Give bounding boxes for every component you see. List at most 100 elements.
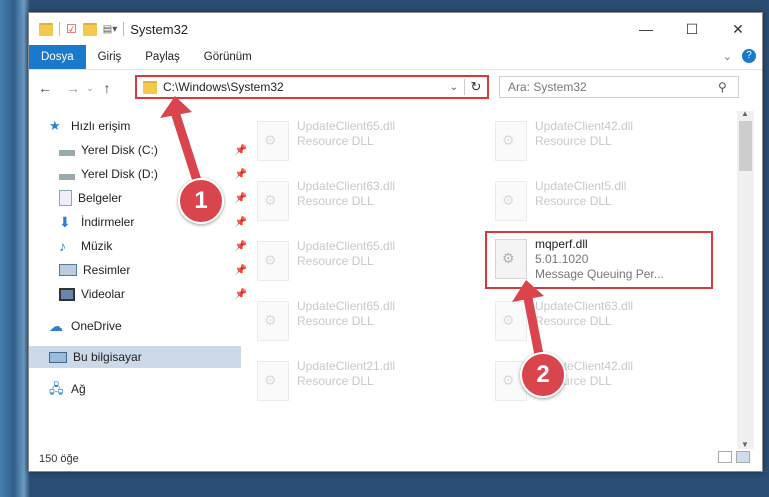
star-icon: ★ (49, 118, 61, 133)
back-icon[interactable]: ← (35, 80, 55, 96)
folder-icon (143, 80, 157, 94)
file-description: Resource DLL (297, 374, 374, 388)
drive-icon (59, 174, 75, 180)
up-icon[interactable]: ↑ (97, 80, 117, 96)
music-icon: ♪ (59, 238, 66, 254)
dll-file-icon (257, 361, 289, 401)
navigation-pane: ★ Hızlı erişim Yerel Disk (C:) 📌 Yerel D… (29, 111, 247, 449)
address-path[interactable]: C:\Windows\System32 (163, 80, 444, 94)
file-name: UpdateClient63.dll (297, 179, 396, 193)
help-icon[interactable]: ? (742, 49, 756, 63)
sidebar-item-onedrive[interactable]: ☁ OneDrive (29, 315, 241, 337)
search-box[interactable]: Ara: System32 ⚲ (499, 76, 739, 98)
sidebar-item-label: Yerel Disk (C:) (81, 143, 158, 157)
close-button[interactable]: ✕ (715, 13, 761, 45)
sidebar-item-pictures[interactable]: Resimler 📌 (29, 259, 251, 281)
forward-icon[interactable]: → (63, 80, 83, 96)
file-name: UpdateClient65.dll (297, 299, 396, 313)
file-name: UpdateClient65.dll (297, 119, 396, 133)
file-item[interactable]: UpdateClient63.dllResource DLL (487, 295, 717, 345)
step-badge-two: 2 (520, 352, 566, 398)
vertical-scrollbar[interactable]: ▲ ▼ (737, 109, 754, 449)
sidebar-item-label: Müzik (81, 239, 113, 253)
picture-icon (59, 264, 77, 276)
maximize-button[interactable]: ☐ (669, 13, 715, 45)
scroll-up-icon[interactable]: ▲ (741, 109, 749, 118)
file-description: Resource DLL (297, 134, 374, 148)
chevron-down-icon[interactable]: ⌄ (444, 82, 464, 93)
sidebar-item-disk-c[interactable]: Yerel Disk (C:) 📌 (29, 139, 251, 161)
sidebar-item-disk-d[interactable]: Yerel Disk (D:) 📌 (29, 163, 251, 185)
sidebar-item-network[interactable]: 🖧 Ağ (29, 378, 241, 400)
tab-file[interactable]: Dosya (29, 45, 86, 69)
file-version: 5.01.1020 (535, 252, 589, 266)
sidebar-item-quick-access[interactable]: ★ Hızlı erişim (29, 115, 241, 137)
title-bar: ☑ ▤▾ System32 — ☐ ✕ (29, 13, 762, 45)
file-item[interactable]: UpdateClient65.dllResource DLL (249, 235, 479, 285)
tab-home[interactable]: Giriş (86, 45, 134, 69)
file-description: Resource DLL (297, 194, 374, 208)
navigation-bar: ← → ⌄ ↑ C:\Windows\System32 ⌄ ↻ Ara: Sys… (29, 73, 762, 103)
sidebar-item-label: Belgeler (78, 191, 123, 205)
file-item[interactable]: UpdateClient65.dllResource DLL (249, 295, 479, 345)
toolbar-divider (59, 22, 60, 36)
new-folder-icon[interactable] (82, 22, 97, 36)
file-item-mqperf[interactable]: mqperf.dll5.01.1020Message Queuing Per..… (485, 231, 713, 289)
dll-file-icon (495, 121, 527, 161)
file-name: UpdateClient5.dll (535, 179, 627, 193)
sidebar-item-label: Hızlı erişim (71, 119, 131, 133)
expand-ribbon-icon[interactable]: ⌄ (723, 50, 732, 63)
scroll-down-icon[interactable]: ▼ (741, 440, 749, 449)
file-item[interactable]: UpdateClient42.dllResource DLL (487, 115, 717, 165)
file-description: Resource DLL (535, 134, 612, 148)
large-icons-view-icon[interactable] (736, 451, 750, 463)
dll-file-icon (257, 241, 289, 281)
file-name: UpdateClient21.dll (297, 359, 396, 373)
file-item[interactable]: UpdateClient63.dllResource DLL (249, 175, 479, 225)
dll-file-icon (495, 181, 527, 221)
computer-icon (49, 351, 67, 363)
search-icon[interactable]: ⚲ (718, 80, 738, 94)
sidebar-item-label: Yerel Disk (D:) (81, 167, 158, 181)
file-item[interactable]: UpdateClient21.dllResource DLL (249, 355, 479, 405)
file-item[interactable]: UpdateClient5.dllResource DLL (487, 175, 717, 225)
dll-file-icon (257, 121, 289, 161)
file-name: UpdateClient65.dll (297, 239, 396, 253)
recent-locations-icon[interactable]: ⌄ (83, 83, 97, 94)
download-icon: ⬇ (59, 214, 71, 230)
sidebar-item-videos[interactable]: Videolar 📌 (29, 283, 251, 305)
refresh-icon[interactable]: ↻ (464, 79, 487, 95)
tab-share[interactable]: Paylaş (133, 45, 192, 69)
sidebar-item-music[interactable]: ♪ Müzik 📌 (29, 235, 251, 257)
file-description: Resource DLL (297, 314, 374, 328)
sidebar-item-this-pc[interactable]: Bu bilgisayar (29, 346, 241, 368)
ribbon-tabs: Dosya Giriş Paylaş Görünüm ⌄ ? (29, 45, 762, 70)
dll-file-icon (495, 239, 527, 279)
file-description: Resource DLL (297, 254, 374, 268)
file-description: Resource DLL (535, 314, 612, 328)
customize-toolbar-icon[interactable]: ▤▾ (103, 24, 117, 35)
search-input[interactable]: Ara: System32 (500, 80, 718, 94)
ribbon-controls: ⌄ ? (723, 49, 756, 63)
file-list: UpdateClient65.dllResource DLL UpdateCli… (225, 111, 737, 449)
file-item[interactable]: UpdateClient65.dllResource DLL (249, 115, 479, 165)
file-name: UpdateClient63.dll (535, 299, 634, 313)
properties-icon[interactable]: ☑ (66, 22, 77, 36)
dll-file-icon (257, 181, 289, 221)
tab-view[interactable]: Görünüm (192, 45, 264, 69)
scrollbar-thumb[interactable] (739, 121, 752, 171)
sidebar-item-label: Ağ (71, 382, 86, 396)
sidebar-item-label: Resimler (83, 263, 131, 277)
quick-access-toolbar: ☑ ▤▾ (29, 22, 125, 36)
dll-file-icon (257, 301, 289, 341)
file-description: Resource DLL (535, 194, 612, 208)
file-name: mqperf.dll (535, 237, 588, 251)
minimize-button[interactable]: — (623, 13, 669, 45)
file-name: UpdateClient42.dll (535, 119, 634, 133)
step-badge-one: 1 (178, 178, 224, 224)
sidebar-item-label: Videolar (81, 287, 125, 301)
details-view-icon[interactable] (718, 451, 732, 463)
file-description: Message Queuing Per... (535, 267, 664, 281)
address-bar[interactable]: C:\Windows\System32 ⌄ ↻ (135, 75, 489, 99)
cloud-icon: ☁ (49, 318, 63, 334)
